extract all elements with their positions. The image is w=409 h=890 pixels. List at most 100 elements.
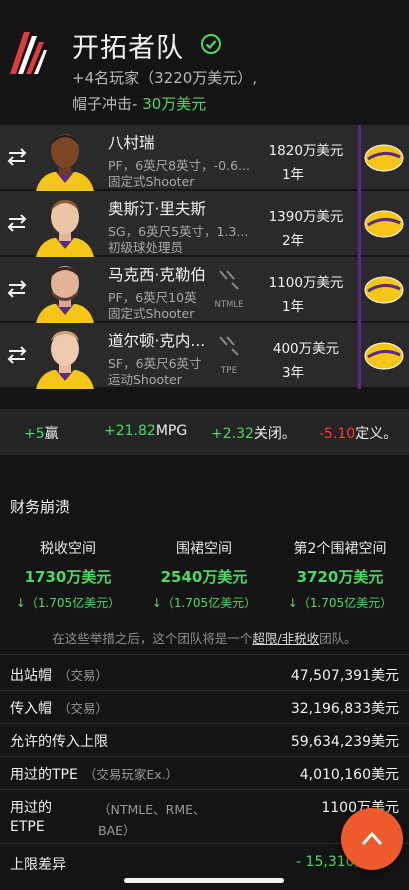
space-value: 2540万美元 (160, 568, 248, 586)
row-label: 上限差异 (10, 857, 66, 873)
used-tpe-row: 用过的TPE （交易玩家Ex.） 4,010,160美元 (0, 756, 409, 789)
row-label: ETPE (10, 819, 45, 835)
defense-stat: -5.10定义。 (319, 423, 397, 443)
player-row[interactable]: 奥斯汀·里夫斯 SG，6英尺5英寸，1.3... 初级球处理员 1390万美元 … (0, 191, 409, 257)
team-color-divider (358, 323, 361, 389)
player-salary: 400万美元 (272, 341, 340, 357)
allowed-incoming-row: 允许的传入上限 59,634,239美元 (0, 723, 409, 756)
second-apron-space: 第2个围裙空间 3720万美元 ↓（1.705亿美元） (272, 538, 408, 611)
team-color-divider (358, 125, 361, 191)
defense-value: -5.10 (319, 426, 356, 442)
lakers-logo-icon (364, 144, 404, 172)
wins-stat: +5赢 (24, 423, 59, 443)
note-suffix: 团队。 (319, 631, 357, 646)
swap-arrows-icon[interactable] (6, 214, 28, 232)
team-header: 开拓者队 +4名玩家（3220万美元）, 帽子冲击- 30万美元 (0, 0, 409, 124)
space-value: 3720万美元 (296, 568, 384, 586)
note-prefix: 在这些举措之后，这个团队将是一个 (52, 631, 253, 646)
player-salary: 1100万美元 (268, 275, 344, 291)
incoming-cap-row: 传入帽 （交易） 32,196,833美元 (0, 690, 409, 723)
hard-cap-value: 30万美元 (142, 95, 207, 113)
lakers-logo-icon (364, 276, 404, 304)
player-archetype: 运动Shooter (108, 372, 182, 387)
row-value: 32,196,833美元 (290, 701, 399, 717)
row-label: 用过的 (10, 800, 52, 816)
team-name: 开拓者队 (72, 33, 184, 64)
space-value: 1730万美元 (24, 568, 112, 586)
player-archetype: 固定式Shooter (108, 306, 195, 321)
player-name: 马克西·克勒伯 (108, 266, 206, 284)
divider (0, 654, 409, 655)
scroll-to-top-button[interactable] (341, 808, 403, 870)
player-archetype: 固定式Shooter (108, 174, 195, 189)
hard-cap-impact: 帽子冲击- 30万美元 (72, 93, 206, 114)
team-color-divider (358, 257, 361, 323)
mpg-stat: +21.82MPG (104, 423, 187, 439)
wins-value: +5 (24, 426, 45, 442)
mpg-value: +21.82 (104, 423, 156, 439)
close-label: 关闭。 (253, 426, 296, 442)
home-indicator[interactable] (124, 878, 284, 883)
row-sub: （NTMLE、RME、 (98, 802, 206, 817)
player-name: 八村瑞 (108, 134, 155, 152)
team-color-divider (358, 191, 361, 257)
impact-stats-bar: +5赢 +21.82MPG +2.32关闭。 -5.10定义。 (0, 409, 409, 455)
row-sub: （交易玩家Ex.） (83, 767, 179, 782)
row-label: 允许的传入上限 (10, 734, 108, 750)
player-contract-years: 3年 (281, 365, 305, 381)
player-contract-years: 1年 (281, 167, 305, 183)
finances-title: 财务崩溃 (10, 498, 71, 516)
lakers-logo-icon (364, 210, 404, 238)
swap-arrows-icon[interactable] (6, 280, 28, 298)
player-salary: 1820万美元 (268, 143, 344, 159)
row-value: 59,634,239美元 (290, 734, 399, 750)
row-value: 4,010,160美元 (299, 767, 399, 783)
player-headshot (36, 134, 94, 191)
row-label: 传入帽 (10, 701, 52, 717)
trail-blazers-logo (10, 32, 47, 74)
exception-label: NTMLE (215, 300, 244, 310)
row-label: 出站帽 (10, 668, 52, 684)
space-label: 第2个围裙空间 (293, 541, 387, 557)
trade-summary: +4名玩家（3220万美元）, (72, 69, 258, 87)
lakers-logo-icon (364, 342, 404, 370)
row-sub: （交易） (58, 701, 109, 716)
player-row[interactable]: 马克西·克勒伯 PF，6英尺10英 固定式Shooter NTMLE 1100万… (0, 257, 409, 323)
exception-swap-icon: TPE (219, 336, 239, 376)
close-value: +2.32 (211, 426, 254, 442)
chevron-up-icon (361, 831, 383, 846)
player-row[interactable]: 道尔顿·克内... SF，6英尺6英寸 运动Shooter TPE 400万美元… (0, 323, 409, 389)
wins-label: 赢 (44, 426, 59, 442)
team-status-link[interactable]: 超限/非税收 (252, 631, 319, 646)
incoming-players-list: 八村瑞 PF，6英尺8英寸，-0.6... 固定式Shooter 1820万美元… (0, 125, 409, 389)
exception-label: TPE (220, 366, 238, 376)
swap-arrows-icon[interactable] (6, 346, 28, 364)
hard-cap-label: 帽子冲击- (72, 95, 138, 113)
outgoing-cap-row: 出站帽 （交易） 47,507,391美元 (0, 657, 409, 690)
row-sub: BAE） (98, 823, 136, 838)
player-row[interactable]: 八村瑞 PF，6英尺8英寸，-0.6... 固定式Shooter 1820万美元… (0, 125, 409, 191)
space-label: 税收空间 (40, 541, 96, 557)
mpg-label: MPG (155, 423, 188, 439)
close-stat: +2.32关闭。 (211, 423, 296, 443)
verified-check-icon (201, 34, 221, 54)
player-salary: 1390万美元 (268, 209, 344, 225)
player-name: 奥斯汀·里夫斯 (108, 200, 206, 218)
player-contract-years: 1年 (281, 299, 305, 315)
space-sub: ↓（1.705亿美元） (287, 596, 393, 610)
space-label: 围裙空间 (176, 541, 232, 557)
defense-label: 定义。 (355, 426, 398, 442)
row-sub: （交易） (58, 668, 109, 683)
tax-space: 税收空间 1730万美元 ↓（1.705亿美元） (0, 538, 136, 611)
space-sub: ↓（1.705亿美元） (15, 596, 121, 610)
player-headshot (36, 266, 94, 323)
swap-arrows-icon[interactable] (6, 148, 28, 166)
apron-space: 围裙空间 2540万美元 ↓（1.705亿美元） (136, 538, 272, 611)
player-contract-years: 2年 (281, 233, 305, 249)
player-name: 道尔顿·克内... (108, 332, 206, 350)
team-status-note: 在这些举措之后，这个团队将是一个超限/非税收团队。 (0, 628, 409, 647)
exception-swap-icon: NTMLE (215, 270, 244, 310)
player-archetype: 初级球处理员 (108, 240, 184, 255)
player-headshot (36, 331, 94, 389)
row-value: 47,507,391美元 (290, 668, 399, 684)
